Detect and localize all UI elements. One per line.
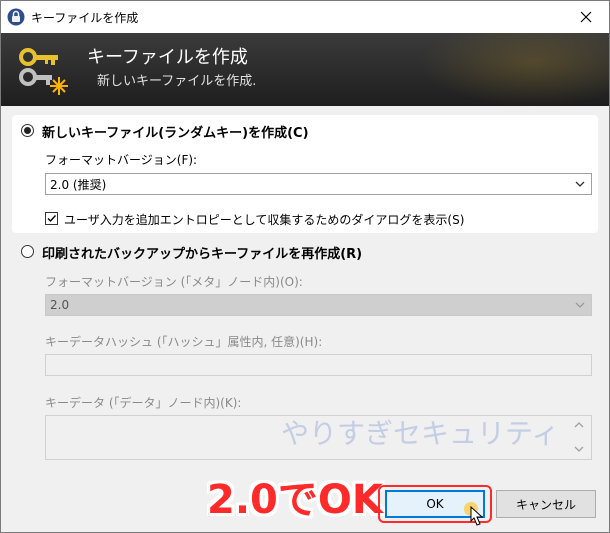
hand-cursor-icon xyxy=(464,502,484,526)
close-icon xyxy=(580,11,592,23)
checkmark-icon xyxy=(47,215,57,223)
meta-format-value: 2.0 xyxy=(50,298,70,312)
chevron-down-icon xyxy=(575,181,585,187)
meta-format-select[interactable]: 2.0 xyxy=(45,294,592,316)
close-button[interactable] xyxy=(563,1,609,33)
textarea-scroll-arrows-icon[interactable] xyxy=(572,419,586,457)
window-title: キーファイルを作成 xyxy=(31,11,139,25)
keepass-lock-icon xyxy=(7,8,25,26)
annotation-text: 2.0でOK xyxy=(207,477,383,523)
key-data-label: キーデータ (「データ」ノード内)(K): xyxy=(45,396,242,410)
format-version-label: フォーマットバージョン(F): xyxy=(45,153,198,167)
chevron-down-icon xyxy=(575,302,585,308)
watermark-text: やりすぎセキュリティ xyxy=(281,417,560,450)
banner-subtitle: 新しいキーファイルを作成. xyxy=(97,74,257,89)
meta-format-label: フォーマットバージョン (「メタ」ノード内)(O): xyxy=(45,275,303,289)
banner-title: キーファイルを作成 xyxy=(87,47,248,68)
format-version-value: 2.0 (推奨) xyxy=(50,177,107,192)
entropy-checkbox[interactable] xyxy=(45,212,58,225)
create-new-label[interactable]: 新しいキーファイル(ランダムキー)を作成(C) xyxy=(42,122,309,141)
key-hash-label: キーデータハッシュ (「ハッシュ」属性内, 任意)(H): xyxy=(45,335,323,349)
key-hash-input[interactable] xyxy=(45,354,592,376)
recreate-radio[interactable] xyxy=(21,245,34,258)
entropy-checkbox-label[interactable]: ユーザ入力を追加エントロピーとして収集するためのダイアログを表示(S) xyxy=(64,211,464,228)
banner-background xyxy=(419,33,609,106)
ok-button-label: OK xyxy=(426,497,444,511)
key-create-icon xyxy=(19,48,68,95)
create-keyfile-dialog: キーファイルを作成 キーファイルを作成 新しいキーファイルを作成. 新しいキーフ… xyxy=(0,0,610,533)
format-version-select[interactable]: 2.0 (推奨) xyxy=(45,173,592,195)
cancel-button-label: キャンセル xyxy=(515,497,576,512)
recreate-label[interactable]: 印刷されたバックアップからキーファイルを再作成(R) xyxy=(42,243,362,262)
cancel-button[interactable]: キャンセル xyxy=(496,490,596,518)
title-bar: キーファイルを作成 xyxy=(1,1,609,33)
create-new-radio[interactable] xyxy=(21,124,34,137)
header-banner: キーファイルを作成 新しいキーファイルを作成. xyxy=(1,33,609,106)
